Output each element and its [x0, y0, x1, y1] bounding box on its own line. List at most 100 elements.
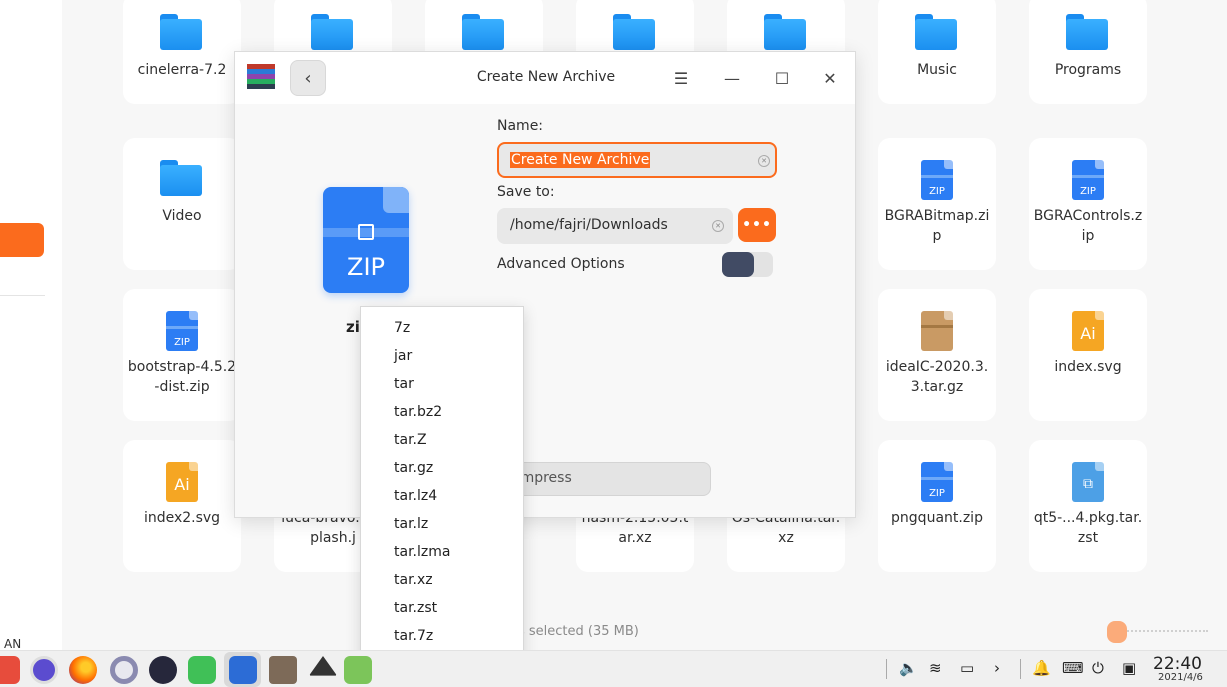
file-item[interactable]: cinelerra-7.2 — [123, 0, 241, 104]
clear-name-icon[interactable]: ✕ — [758, 155, 770, 167]
clock-date: 2021/4/6 — [1158, 672, 1203, 683]
format-option[interactable]: tar.lz — [394, 516, 428, 532]
chevron-right-icon[interactable]: › — [994, 659, 1000, 677]
file-name: qt5-...4.pkg.tar.zst — [1033, 510, 1143, 546]
format-option[interactable]: tar.zst — [394, 600, 437, 616]
file-name: bootstrap-4.5.2-dist.zip — [127, 359, 237, 395]
folder-icon — [915, 14, 959, 54]
pkg-file-icon: ⧉ — [1066, 462, 1110, 502]
zoom-slider-handle[interactable] — [1107, 621, 1127, 643]
format-option[interactable]: jar — [394, 348, 412, 364]
firefox-icon[interactable] — [69, 656, 97, 684]
folder-icon — [764, 14, 808, 54]
ai-file-icon: Ai — [160, 462, 204, 502]
file-item[interactable]: ZIP BGRABitmap.zip — [878, 138, 996, 270]
hamburger-icon: ☰ — [673, 68, 689, 88]
zip-archive-icon: ZIP — [323, 187, 409, 293]
file-item[interactable]: Programs — [1029, 0, 1147, 104]
system-monitor-icon[interactable] — [30, 656, 58, 684]
archive-name-input[interactable]: Create New Archive ✕ — [497, 142, 777, 178]
file-manager-sidebar: AN — [0, 0, 62, 651]
file-name: BGRAControls.zip — [1033, 208, 1143, 244]
selection-status: es selected (35 MB) — [510, 624, 639, 639]
notification-icon[interactable]: 🔔 — [1032, 659, 1051, 677]
music-icon[interactable] — [188, 656, 216, 684]
name-label: Name: — [497, 118, 544, 134]
tray-app-icon[interactable]: ▣ — [1122, 659, 1136, 677]
launcher-icon[interactable] — [0, 656, 20, 684]
close-button[interactable]: ✕ — [818, 66, 842, 90]
clock-time[interactable]: 22:40 — [1153, 654, 1202, 674]
file-item[interactable]: ZIP bootstrap-4.5.2-dist.zip — [123, 289, 241, 421]
zip-file-icon: ZIP — [915, 462, 959, 502]
more-icon: ••• — [742, 217, 772, 233]
file-item[interactable]: ⧉ qt5-...4.pkg.tar.zst — [1029, 440, 1147, 572]
back-button[interactable]: ‹ — [290, 60, 326, 96]
ai-file-icon: Ai — [1066, 311, 1110, 351]
close-icon: ✕ — [823, 68, 837, 88]
minimize-button[interactable]: — — [720, 66, 744, 90]
format-option[interactable]: tar.bz2 — [394, 404, 442, 420]
app-icon[interactable] — [344, 656, 372, 684]
format-option[interactable]: tar.lz4 — [394, 488, 437, 504]
zipper-clip — [358, 224, 374, 240]
file-name: BGRABitmap.zip — [884, 208, 990, 244]
format-option[interactable]: tar.xz — [394, 572, 433, 588]
sidebar-selected-item[interactable] — [0, 223, 44, 257]
camera-icon[interactable] — [110, 656, 138, 684]
status-bar: es selected (35 MB) — [62, 618, 1227, 648]
zip-file-icon: ZIP — [1066, 160, 1110, 200]
file-item[interactable]: Ai index2.svg — [123, 440, 241, 572]
battery-icon[interactable]: ▭ — [960, 659, 974, 677]
folder-icon — [160, 160, 204, 200]
save-path-input[interactable]: /home/fajri/Downloads ✕ — [497, 208, 733, 244]
format-option[interactable]: tar — [394, 376, 414, 392]
taskbar: 🔈 ≋ ▭ › 🔔 ⌨ ⏻ ▣ 22:40 2021/4/6 — [0, 650, 1227, 687]
maximize-button[interactable]: ☐ — [770, 66, 794, 90]
sidebar-item-label: AN — [4, 637, 22, 651]
save-to-label: Save to: — [497, 184, 555, 200]
dialog-title: Create New Archive — [476, 69, 616, 85]
format-option[interactable]: tar.lzma — [394, 544, 450, 560]
format-option[interactable]: tar.Z — [394, 432, 427, 448]
file-name: cinelerra-7.2 — [137, 62, 227, 78]
power-icon[interactable]: ⏻ — [1092, 659, 1104, 677]
archive-type-label: ZIP — [347, 253, 385, 281]
archive-format-label[interactable]: zi — [346, 318, 360, 336]
format-option[interactable]: tar.gz — [394, 460, 433, 476]
minimize-icon: — — [724, 68, 740, 88]
sidebar-divider — [0, 295, 45, 296]
format-option[interactable]: tar.7z — [394, 628, 433, 644]
advanced-options-toggle[interactable] — [722, 252, 773, 277]
file-item[interactable]: Ai index.svg — [1029, 289, 1147, 421]
folder-icon — [311, 14, 355, 54]
chevron-left-icon: ‹ — [304, 67, 312, 89]
volume-icon[interactable]: 🔈 — [899, 659, 918, 677]
file-item[interactable]: Music — [878, 0, 996, 104]
save-path-value: /home/fajri/Downloads — [510, 217, 668, 233]
keyboard-icon[interactable]: ⌨ — [1062, 659, 1084, 677]
folder-icon — [1066, 14, 1110, 54]
tray-separator — [1020, 659, 1021, 679]
toggle-knob — [722, 252, 754, 277]
file-name: index.svg — [1054, 359, 1122, 375]
file-item[interactable]: ZIP BGRAControls.zip — [1029, 138, 1147, 270]
compress-button[interactable]: ompress — [497, 462, 711, 496]
gimp-icon[interactable] — [269, 656, 297, 684]
browse-button[interactable]: ••• — [738, 208, 776, 242]
file-item[interactable]: ideaIC-2020.3.3.tar.gz — [878, 289, 996, 421]
media-player-icon[interactable] — [149, 656, 177, 684]
inkscape-icon[interactable] — [309, 656, 337, 676]
maximize-icon: ☐ — [774, 68, 790, 88]
file-item[interactable]: ZIP pngquant.zip — [878, 440, 996, 572]
wifi-icon[interactable]: ≋ — [929, 659, 942, 677]
menu-button[interactable]: ☰ — [669, 66, 693, 90]
folder-icon — [613, 14, 657, 54]
clear-path-icon[interactable]: ✕ — [712, 220, 724, 232]
tray-separator — [886, 659, 887, 679]
archive-name-value: Create New Archive — [510, 152, 651, 168]
archive-manager-icon[interactable] — [229, 656, 257, 684]
file-item[interactable]: Video — [123, 138, 241, 270]
dialog-titlebar: ‹ Create New Archive ☰ — ☐ ✕ — [235, 52, 855, 104]
format-option[interactable]: 7z — [394, 320, 410, 336]
